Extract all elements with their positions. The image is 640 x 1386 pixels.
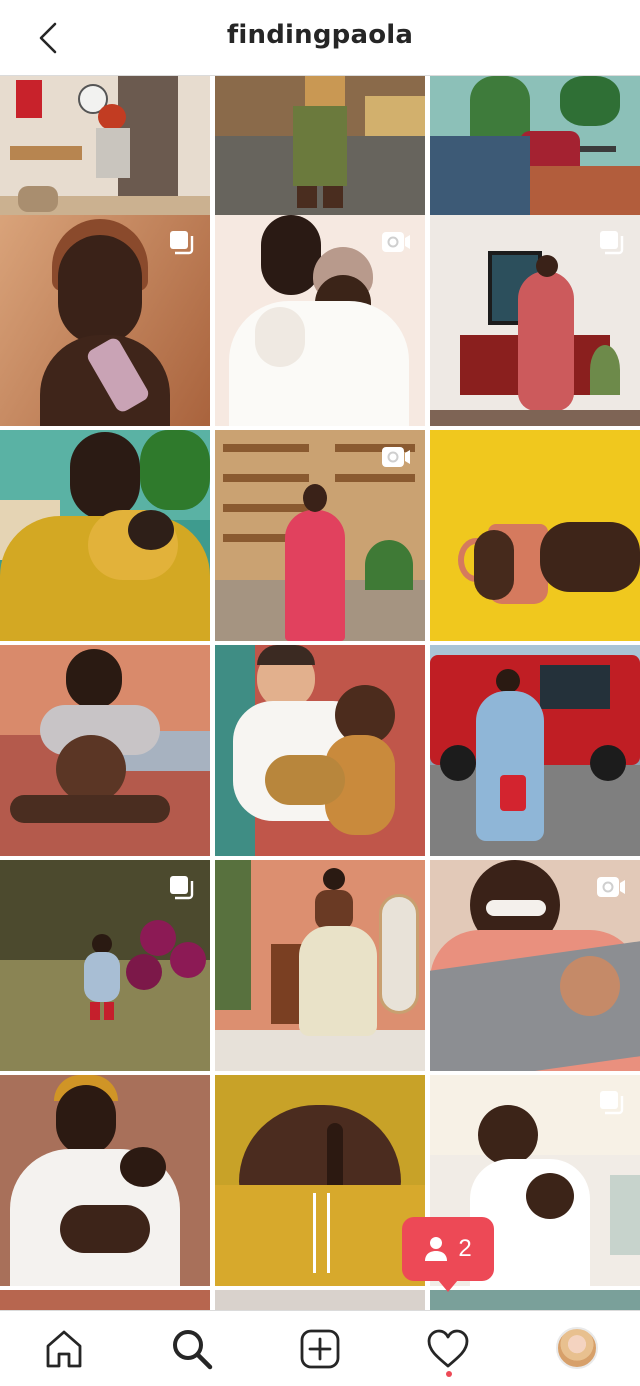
post-baby-wrap[interactable] xyxy=(430,860,640,1071)
multiple-posts-icon xyxy=(598,1089,626,1117)
page-title: findingpaola xyxy=(226,20,414,50)
bottom-nav xyxy=(0,1310,640,1386)
heart-icon xyxy=(427,1329,469,1368)
profile-avatar[interactable] xyxy=(556,1327,598,1369)
post-father-children[interactable] xyxy=(215,645,425,856)
nav-activity[interactable] xyxy=(424,1327,472,1371)
video-icon xyxy=(381,444,411,470)
multiple-posts-icon xyxy=(598,229,626,257)
post-mother-baby-yellow[interactable] xyxy=(0,430,210,641)
activity-indicator-dot xyxy=(446,1371,452,1377)
post-white-shirt-nursing[interactable] xyxy=(0,1075,210,1286)
video-icon xyxy=(381,229,411,255)
post-red-truck[interactable] xyxy=(430,645,640,856)
video-icon xyxy=(596,874,626,900)
post-mother-child-portrait[interactable] xyxy=(215,215,425,426)
multiple-posts-icon xyxy=(168,874,196,902)
post-woman-white-skirt[interactable] xyxy=(215,860,425,1071)
plus-square-icon xyxy=(300,1329,340,1369)
post-partial-3[interactable] xyxy=(430,1290,640,1310)
post-woman-pink-dress[interactable] xyxy=(430,215,640,426)
search-icon xyxy=(173,1330,213,1370)
nav-search[interactable] xyxy=(168,1327,216,1371)
post-pregnant-bed[interactable] xyxy=(0,645,210,856)
home-icon xyxy=(46,1330,82,1368)
post-bookshelf-nursing[interactable] xyxy=(215,430,425,641)
post-belly-closeup[interactable] xyxy=(215,1075,425,1286)
photo-grid xyxy=(0,76,640,1310)
person-icon xyxy=(425,1237,448,1261)
notification-count: 2 xyxy=(458,1235,472,1262)
profile-header: findingpaola xyxy=(0,0,640,76)
post-partial-2[interactable] xyxy=(215,1290,425,1310)
post-child-balloons[interactable] xyxy=(0,860,210,1071)
notification-pointer xyxy=(438,1280,458,1292)
nav-home[interactable] xyxy=(40,1327,88,1371)
post-woman-holding-bottle[interactable] xyxy=(0,215,210,426)
post-pink-mug[interactable] xyxy=(430,430,640,641)
post-partial-1[interactable] xyxy=(0,1290,210,1310)
activity-notification[interactable]: 2 xyxy=(402,1217,494,1281)
nav-create[interactable] xyxy=(296,1327,344,1371)
multiple-posts-icon xyxy=(168,229,196,257)
